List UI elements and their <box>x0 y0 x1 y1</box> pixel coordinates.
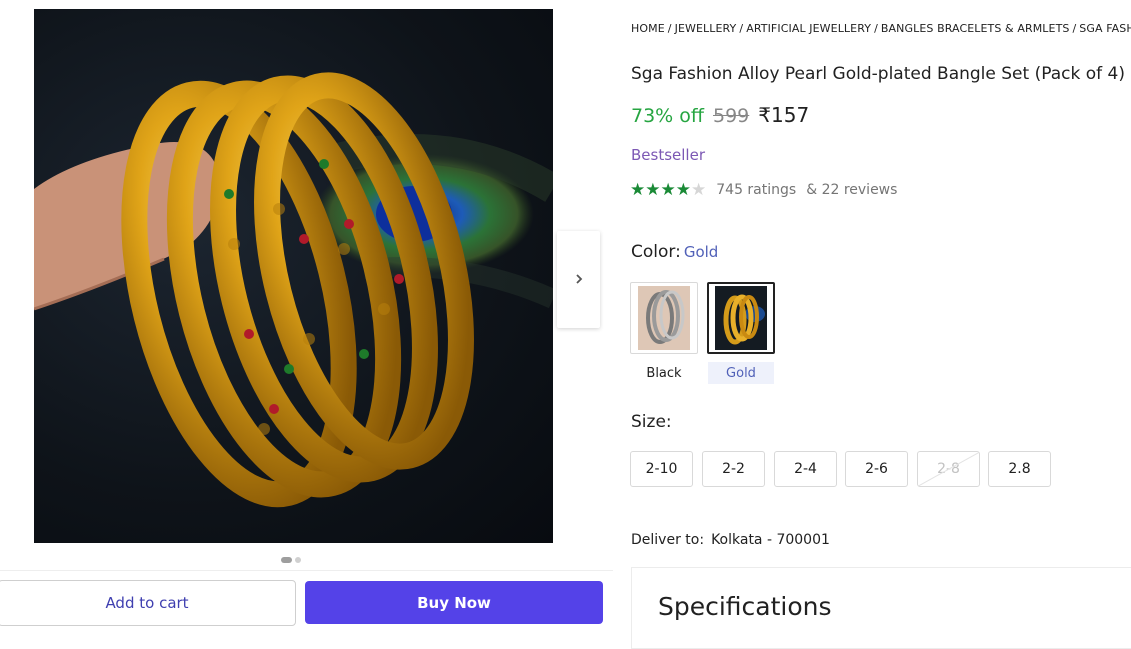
star-icon: ★ <box>675 180 691 200</box>
product-image[interactable] <box>34 9 553 543</box>
color-swatch-gold[interactable] <box>707 282 775 354</box>
breadcrumb-home[interactable]: HOME <box>631 22 665 35</box>
gold-bangle-thumbnail <box>715 286 767 350</box>
star-icon: ★ <box>645 180 661 200</box>
color-option-black[interactable]: Black <box>631 362 697 384</box>
breadcrumb-separator: / <box>667 22 672 35</box>
color-swatch-black[interactable] <box>630 282 698 354</box>
price-row: 73% off 599 ₹157 <box>631 103 809 127</box>
breadcrumb-separator: / <box>1072 22 1077 35</box>
star-empty-icon: ★ <box>691 180 707 200</box>
color-label: Color: Gold <box>631 242 718 262</box>
add-to-cart-button[interactable]: Add to cart <box>0 580 296 626</box>
carousel-dot-active[interactable] <box>281 557 292 563</box>
breadcrumb-separator: / <box>739 22 744 35</box>
next-image-button[interactable] <box>557 231 600 328</box>
specifications-title: Specifications <box>658 592 832 621</box>
size-label: Size: <box>631 412 672 432</box>
breadcrumb-separator: / <box>874 22 878 35</box>
breadcrumb-bangles[interactable]: BANGLES BRACELETS & ARMLETS <box>881 22 1070 35</box>
selected-color: Gold <box>683 243 719 261</box>
breadcrumb-brand[interactable]: SGA FASHI <box>1079 22 1131 35</box>
delivery-location[interactable]: Kolkata - 700001 <box>711 532 830 548</box>
breadcrumb-artificial-jewellery[interactable]: ARTIFICIAL JEWELLERY <box>746 22 871 35</box>
original-price: 599 <box>713 105 750 127</box>
selling-price: ₹157 <box>758 103 810 127</box>
image-carousel-dots <box>281 557 301 563</box>
rating-row[interactable]: ★ ★ ★ ★ ★ 745 ratings & 22 reviews <box>630 181 897 199</box>
rating-stars: ★ ★ ★ ★ ★ <box>630 181 706 199</box>
black-bangle-thumbnail <box>638 286 690 350</box>
color-label-text: Color: <box>631 242 681 262</box>
carousel-dot[interactable] <box>295 557 301 563</box>
product-title: Sga Fashion Alloy Pearl Gold-plated Bang… <box>631 64 1125 84</box>
buy-now-button[interactable]: Buy Now <box>305 581 603 624</box>
size-option-2-4[interactable]: 2-4 <box>774 451 837 487</box>
star-icon: ★ <box>630 180 646 200</box>
color-option-gold[interactable]: Gold <box>708 362 774 384</box>
discount-percent: 73% off <box>631 105 704 127</box>
size-option-2.8[interactable]: 2.8 <box>988 451 1051 487</box>
reviews-count[interactable]: & 22 reviews <box>806 182 897 198</box>
size-option-2-6[interactable]: 2-6 <box>845 451 908 487</box>
size-option-2-2[interactable]: 2-2 <box>702 451 765 487</box>
breadcrumb-jewellery[interactable]: JEWELLERY <box>675 22 737 35</box>
size-option-2-10[interactable]: 2-10 <box>630 451 693 487</box>
star-icon: ★ <box>660 180 676 200</box>
deliver-to-label: Deliver to: <box>631 532 705 548</box>
ratings-count[interactable]: 745 ratings <box>716 182 796 198</box>
chevron-right-icon <box>574 270 584 289</box>
delivery-info: Deliver to: Kolkata - 700001 <box>631 532 830 548</box>
bestseller-badge: Bestseller <box>631 146 705 164</box>
size-option-2-8-unavailable: 2-8 <box>917 451 980 487</box>
breadcrumb: HOME / JEWELLERY / ARTIFICIAL JEWELLERY / BANG… <box>631 22 1131 35</box>
